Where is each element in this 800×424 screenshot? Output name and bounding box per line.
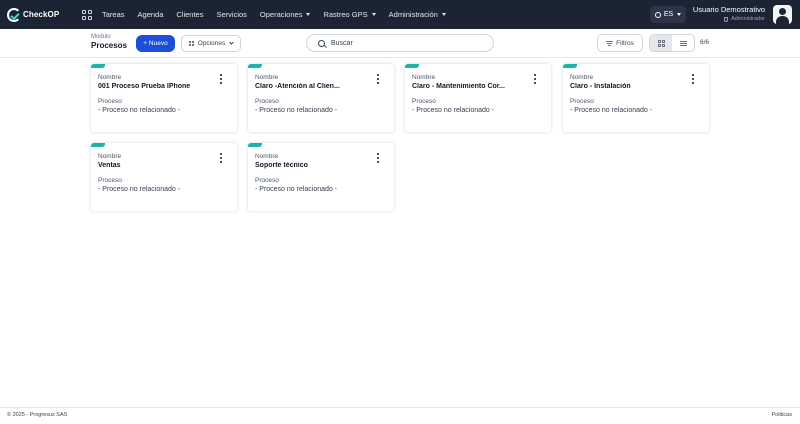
nav-item-agenda[interactable]: Agenda — [138, 10, 164, 19]
process-name: Claro - Mantenimiento Cor... — [412, 83, 505, 90]
user-name: Usuario Demostrativo — [692, 5, 765, 14]
process-name: Soporte técnico — [255, 162, 308, 169]
language-selector[interactable]: ES — [650, 6, 686, 23]
card-accent — [405, 64, 419, 68]
top-navbar: CheckOP Tareas Agenda Clientes Servicios… — [0, 0, 800, 29]
logo-text: CheckOP — [23, 10, 60, 19]
footer: © 2025 - Progresus SAS Politicas — [0, 407, 800, 424]
process-card[interactable]: Nombre 001 Proceso Prueba IPhone Proceso… — [91, 64, 237, 132]
process-value: - Proceso no relacionado - — [570, 107, 653, 114]
process-name: 001 Proceso Prueba IPhone — [98, 83, 191, 90]
nav-item-rastreo-gps[interactable]: Rastreo GPS — [323, 10, 376, 19]
process-label: Proceso — [98, 177, 122, 184]
checkop-logo[interactable]: CheckOP — [7, 7, 67, 22]
module-heading: Modulo Procesos — [91, 34, 127, 50]
card-accent — [91, 143, 105, 147]
policies-link[interactable]: Politicas — [772, 412, 792, 418]
caret-down-icon — [441, 13, 446, 16]
name-label: Nombre — [255, 74, 279, 81]
page-title: Procesos — [91, 41, 128, 50]
process-card[interactable]: Nombre Claro - Instalación Proceso - Pro… — [563, 64, 709, 132]
list-view-button[interactable] — [672, 35, 694, 51]
avatar[interactable] — [773, 5, 792, 24]
grid-view-icon — [657, 39, 665, 47]
process-value: - Proceso no relacionado - — [98, 186, 181, 193]
more-options-icon[interactable] — [375, 74, 381, 84]
process-name: Claro -Atención al Clien... — [255, 83, 340, 90]
apps-grid-icon[interactable] — [81, 9, 93, 21]
search-bar[interactable] — [306, 34, 494, 52]
card-view-button[interactable] — [650, 35, 672, 51]
grid-icon — [188, 41, 194, 46]
nav-item-administracion[interactable]: Administración — [389, 10, 446, 19]
process-value: - Proceso no relacionado - — [255, 186, 338, 193]
process-card[interactable]: Nombre Claro - Mantenimiento Cor... Proc… — [405, 64, 551, 132]
process-card[interactable]: Nombre Ventas Proceso - Proceso no relac… — [91, 143, 237, 211]
process-label: Proceso — [412, 98, 436, 105]
filters-button[interactable]: Filtros — [597, 34, 643, 52]
user-avatar-icon — [779, 8, 786, 15]
more-options-icon[interactable] — [690, 74, 696, 84]
process-label: Proceso — [255, 98, 279, 105]
new-button[interactable]: + Nuevo — [136, 35, 175, 52]
name-label: Nombre — [98, 74, 122, 81]
view-toggle — [649, 34, 695, 52]
user-role: Administrador — [690, 16, 765, 22]
module-toolbar: Modulo Procesos + Nuevo Opciones Filtros… — [0, 29, 800, 58]
card-accent — [563, 64, 577, 68]
name-label: Nombre — [98, 153, 122, 160]
shield-icon — [724, 16, 729, 22]
options-label: Opciones — [197, 40, 226, 47]
name-label: Nombre — [255, 153, 279, 160]
language-label: ES — [663, 11, 674, 18]
copyright-text: © 2025 - Progresus SAS — [7, 412, 68, 418]
module-label: Modulo — [91, 34, 111, 40]
search-input[interactable] — [331, 39, 481, 47]
process-label: Proceso — [98, 98, 122, 105]
options-dropdown[interactable]: Opciones — [181, 35, 241, 52]
record-count: 6/6 — [700, 39, 710, 46]
process-name: Claro - Instalación — [570, 83, 631, 90]
globe-icon — [654, 11, 661, 18]
filter-icon — [606, 40, 614, 46]
process-value: - Proceso no relacionado - — [255, 107, 338, 114]
name-label: Nombre — [570, 74, 594, 81]
main-nav: Tareas Agenda Clientes Servicios Operaci… — [102, 10, 459, 19]
process-card[interactable]: Nombre Soporte técnico Proceso - Proceso… — [248, 143, 394, 211]
process-value: - Proceso no relacionado - — [98, 107, 181, 114]
process-value: - Proceso no relacionado - — [412, 107, 495, 114]
list-view-icon — [679, 40, 687, 46]
filters-label: Filtros — [616, 39, 634, 47]
process-name: Ventas — [98, 162, 121, 169]
more-options-icon[interactable] — [375, 153, 381, 163]
more-options-icon[interactable] — [532, 74, 538, 84]
nav-item-operaciones[interactable]: Operaciones — [260, 10, 311, 19]
name-label: Nombre — [412, 74, 436, 81]
nav-item-tareas[interactable]: Tareas — [102, 10, 125, 19]
card-accent — [248, 143, 262, 147]
user-info[interactable]: Usuario Demostrativo Administrador — [690, 5, 765, 22]
more-options-icon[interactable] — [218, 74, 224, 84]
process-label: Proceso — [570, 98, 594, 105]
process-card[interactable]: Nombre Claro -Atención al Clien... Proce… — [248, 64, 394, 132]
nav-item-servicios[interactable]: Servicios — [216, 10, 246, 19]
card-accent — [248, 64, 262, 68]
checkop-logo-icon — [7, 7, 21, 22]
more-options-icon[interactable] — [218, 153, 224, 163]
caret-down-icon — [677, 13, 682, 16]
process-label: Proceso — [255, 177, 279, 184]
caret-down-icon — [371, 13, 376, 16]
search-icon — [318, 39, 325, 47]
chevron-down-icon — [229, 40, 234, 45]
caret-down-icon — [306, 13, 311, 16]
nav-item-clientes[interactable]: Clientes — [176, 10, 203, 19]
card-accent — [91, 64, 105, 68]
